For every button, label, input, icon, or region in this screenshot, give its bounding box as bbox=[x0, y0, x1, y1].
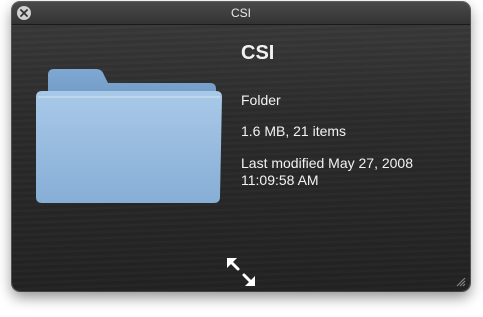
fullscreen-icon[interactable] bbox=[224, 255, 258, 289]
modified-date: Last modified May 27, 2008 bbox=[241, 155, 413, 171]
modified-time: 11:09:58 AM bbox=[241, 172, 319, 188]
item-kind: Folder bbox=[241, 92, 281, 108]
info-panel: CSI Folder 1.6 MB, 21 items Last modifie… bbox=[241, 42, 413, 188]
title-bar[interactable]: CSI bbox=[12, 2, 470, 25]
item-name: CSI bbox=[241, 42, 275, 64]
window-title: CSI bbox=[230, 6, 251, 20]
folder-icon bbox=[36, 69, 222, 203]
resize-grip-icon[interactable] bbox=[456, 277, 466, 287]
item-modified: Last modified May 27, 2008 11:09:58 AM bbox=[241, 155, 413, 189]
item-size: 1.6 MB, 21 items bbox=[241, 123, 347, 139]
quick-look-window: CSI CSI Folder 1.6 MB, 21 items Last mod… bbox=[12, 2, 470, 291]
